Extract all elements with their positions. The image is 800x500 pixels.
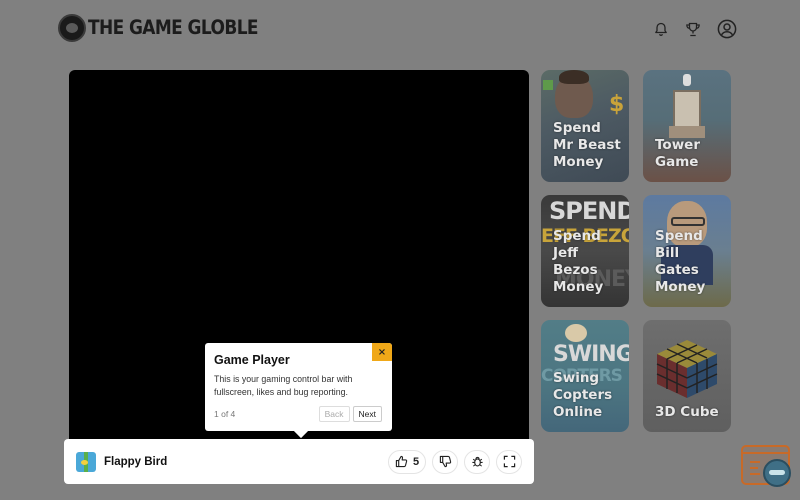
like-count: 5 xyxy=(412,455,420,468)
chat-line xyxy=(750,467,758,469)
like-button[interactable]: 5 xyxy=(388,449,426,474)
site-header: THE GAME GLOBLE xyxy=(0,0,800,58)
game-card[interactable]: 3D Cube xyxy=(643,320,731,432)
card-art xyxy=(671,217,705,226)
game-card[interactable]: Tower Game xyxy=(643,70,731,182)
bug-icon xyxy=(471,456,483,467)
tooltip-body: This is your gaming control bar with ful… xyxy=(214,374,353,397)
rubiks-cube-icon xyxy=(656,340,718,398)
game-card[interactable]: $ Spend Mr Beast Money xyxy=(541,70,629,182)
onboarding-tooltip: Game Player This is your gaming control … xyxy=(205,343,392,431)
chat-bot-icon xyxy=(763,459,791,487)
tooltip-footer: 1 of 4 Back Next xyxy=(214,406,382,422)
card-art-text: SWING xyxy=(553,342,629,367)
chat-support-widget[interactable] xyxy=(741,445,791,487)
tooltip-step-counter: 1 of 4 xyxy=(214,409,236,419)
user-account-icon[interactable] xyxy=(716,18,738,40)
game-control-bar: Flappy Bird 5 xyxy=(64,439,534,484)
fullscreen-icon xyxy=(503,455,515,468)
thumbs-up-icon xyxy=(395,455,408,468)
card-art xyxy=(565,324,587,342)
game-card[interactable]: Spend Bill Gates Money xyxy=(643,195,731,307)
header-actions xyxy=(652,18,738,40)
tooltip-next-button[interactable]: Next xyxy=(352,406,382,422)
card-art xyxy=(559,70,589,84)
dollar-icon: $ xyxy=(609,92,625,117)
card-art-text: SPEND xyxy=(549,197,629,225)
game-card-title: Spend Mr Beast Money xyxy=(553,120,621,170)
game-card-title: 3D Cube xyxy=(655,404,719,420)
chat-line xyxy=(750,473,760,475)
report-bug-button[interactable] xyxy=(464,449,490,474)
card-art xyxy=(683,74,691,86)
game-card-title: Spend Jeff Bezos Money xyxy=(553,228,604,295)
game-card-title: Tower Game xyxy=(655,137,700,170)
game-thumbnail xyxy=(76,451,96,472)
logo-text: THE GAME GLOBLE xyxy=(88,16,259,40)
tooltip-title: Game Player xyxy=(214,353,290,367)
tooltip-back-button[interactable]: Back xyxy=(318,406,350,422)
trophy-icon[interactable] xyxy=(684,20,702,38)
card-art xyxy=(543,80,553,90)
game-card-title: Swing Copters Online xyxy=(553,370,613,420)
control-buttons: 5 xyxy=(388,449,522,474)
bell-icon[interactable] xyxy=(652,20,670,38)
tooltip-close-button[interactable]: × xyxy=(372,343,392,361)
dislike-button[interactable] xyxy=(432,449,458,474)
game-card-title: Spend Bill Gates Money xyxy=(655,228,706,295)
site-logo[interactable]: THE GAME GLOBLE xyxy=(58,14,259,42)
game-card[interactable]: SPEND EFF BEZO MONEY Spend Jeff Bezos Mo… xyxy=(541,195,629,307)
chat-window-titlebar xyxy=(743,447,788,454)
chat-line xyxy=(750,461,760,463)
game-card[interactable]: SWING COPTERS Swing Copters Online xyxy=(541,320,629,432)
globe-logo-icon xyxy=(58,14,86,42)
thumbs-down-icon xyxy=(439,455,451,468)
game-title: Flappy Bird xyxy=(104,455,168,468)
card-art xyxy=(673,90,701,130)
fullscreen-button[interactable] xyxy=(496,449,522,474)
